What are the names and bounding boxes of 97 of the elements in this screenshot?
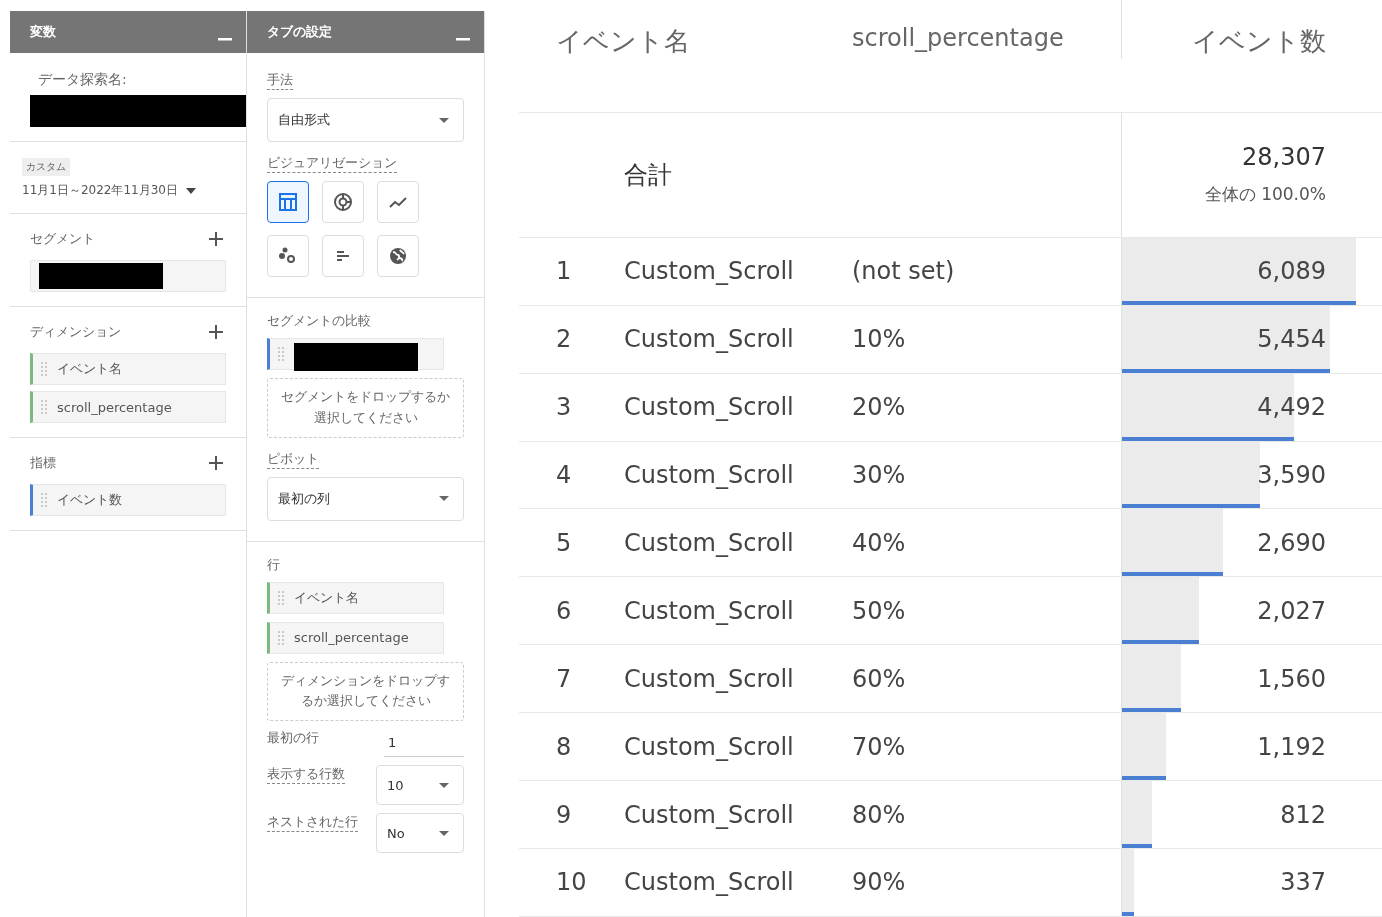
rank-cell: 3: [556, 393, 572, 422]
rank-cell: 5: [556, 528, 572, 557]
table-cell: 40%: [852, 528, 906, 557]
table-cell: Custom_Scroll: [624, 325, 794, 354]
dimension-chip[interactable]: scroll_percentage: [30, 391, 226, 423]
field-label: 行: [267, 555, 280, 574]
table-icon: [278, 192, 298, 212]
rank-cell: 2: [556, 325, 572, 354]
table-cell: Custom_Scroll: [624, 664, 794, 693]
column-header[interactable]: イベント名: [556, 26, 690, 56]
drag-handle-icon[interactable]: [278, 347, 284, 361]
drag-handle-icon[interactable]: [41, 400, 47, 414]
table-cell: 4,492: [1257, 393, 1326, 422]
dropdown-caret-icon[interactable]: [439, 117, 449, 123]
segment-chip[interactable]: [30, 260, 226, 292]
section-title: 指標: [30, 454, 56, 472]
nested-rows-dropdown[interactable]: No: [376, 813, 464, 854]
total-value: 28,307: [1242, 143, 1326, 172]
dropdown-caret-icon[interactable]: [439, 830, 449, 836]
table-cell: Custom_Scroll: [624, 800, 794, 829]
drag-handle-icon[interactable]: [278, 630, 284, 645]
table-cell: 5,454: [1257, 325, 1326, 354]
exploration-name-label: データ探索名:: [37, 71, 128, 89]
add-icon[interactable]: [208, 231, 224, 247]
rank-cell: 8: [556, 732, 572, 761]
table-cell: Custom_Scroll: [624, 528, 794, 557]
minimize-icon[interactable]: [218, 37, 232, 41]
table-cell: 80%: [852, 800, 906, 829]
date-range-text[interactable]: 11月1日～2022年11月30日: [22, 182, 178, 199]
segment-chip[interactable]: [267, 338, 444, 370]
field-label: 最初の行: [267, 729, 319, 748]
metric-chip[interactable]: イベント数: [30, 484, 226, 516]
table-cell: Custom_Scroll: [624, 393, 794, 422]
dropdown-caret-icon[interactable]: [439, 782, 449, 788]
rank-cell: 4: [556, 460, 572, 489]
table-cell: 10%: [852, 325, 906, 354]
globe-icon: [388, 246, 408, 266]
table-cell: 60%: [852, 664, 906, 693]
rank-cell: 6: [556, 596, 572, 625]
table-cell: 1,560: [1257, 664, 1326, 693]
panel-title: タブの設定: [267, 23, 332, 41]
table-cell: 90%: [852, 868, 906, 897]
add-icon[interactable]: [208, 455, 224, 471]
dropdown-caret-icon[interactable]: [186, 187, 196, 194]
dimension-chip[interactable]: scroll_percentage: [267, 621, 444, 654]
table-cell: 20%: [852, 393, 906, 422]
drop-zone[interactable]: セグメントをドロップするか選択してください: [267, 378, 464, 438]
drag-handle-icon[interactable]: [41, 362, 47, 376]
table-cell: 70%: [852, 732, 906, 761]
table-cell: 812: [1280, 800, 1326, 829]
rows-shown-dropdown[interactable]: 10: [376, 765, 464, 806]
donut-chart-icon: [333, 192, 353, 212]
table-cell: Custom_Scroll: [624, 257, 794, 286]
technique-dropdown[interactable]: 自由形式: [267, 98, 464, 142]
total-label: 合計: [624, 159, 672, 191]
table-cell: (not set): [852, 257, 955, 286]
dimension-chip[interactable]: イベント名: [267, 581, 444, 614]
drag-handle-icon[interactable]: [41, 493, 47, 507]
rank-cell: 1: [556, 257, 572, 286]
table-cell: 337: [1280, 868, 1326, 897]
dimension-chip[interactable]: イベント名: [30, 353, 226, 385]
dropdown-caret-icon[interactable]: [439, 496, 449, 502]
table-cell: 50%: [852, 596, 906, 625]
panel-title: 変数: [30, 23, 56, 41]
table-cell: Custom_Scroll: [624, 596, 794, 625]
scatter-plot-icon: [278, 246, 298, 266]
field-label: 手法: [267, 71, 293, 90]
table-cell: 6,089: [1257, 257, 1326, 286]
field-label: セグメントの比較: [267, 312, 371, 330]
column-header[interactable]: scroll_percentage: [852, 24, 1064, 52]
column-header[interactable]: イベント数: [1192, 24, 1326, 59]
rank-cell: 10: [556, 868, 587, 897]
add-icon[interactable]: [208, 324, 224, 340]
pivot-dropdown[interactable]: 最初の列: [267, 476, 464, 521]
total-share: 全体の 100.0%: [1204, 183, 1326, 207]
rank-cell: 9: [556, 800, 572, 829]
section-title: セグメント: [30, 230, 95, 248]
drag-handle-icon[interactable]: [278, 590, 284, 605]
field-label: ネストされた行: [267, 813, 358, 833]
minimize-icon[interactable]: [456, 37, 470, 41]
table-cell: 2,027: [1257, 596, 1326, 625]
section-title: ディメンション: [30, 323, 121, 341]
table-cell: 3,590: [1257, 460, 1326, 489]
table-cell: Custom_Scroll: [624, 732, 794, 761]
field-label: 表示する行数: [267, 765, 345, 785]
rank-cell: 7: [556, 664, 572, 693]
date-range-badge: カスタム: [22, 158, 70, 176]
table-cell: Custom_Scroll: [624, 460, 794, 489]
table-cell: Custom_Scroll: [624, 868, 794, 897]
drop-zone[interactable]: ディメンションをドロップするか選択してください: [267, 661, 464, 722]
field-label: ビジュアリゼーション: [267, 154, 397, 173]
field-label: ピボット: [267, 449, 319, 469]
first-row-input[interactable]: 1: [384, 729, 464, 758]
table-cell: 30%: [852, 460, 906, 489]
table-cell: 2,690: [1257, 528, 1326, 557]
visualization-option[interactable]: [267, 181, 309, 223]
table-cell: 1,192: [1257, 732, 1326, 761]
